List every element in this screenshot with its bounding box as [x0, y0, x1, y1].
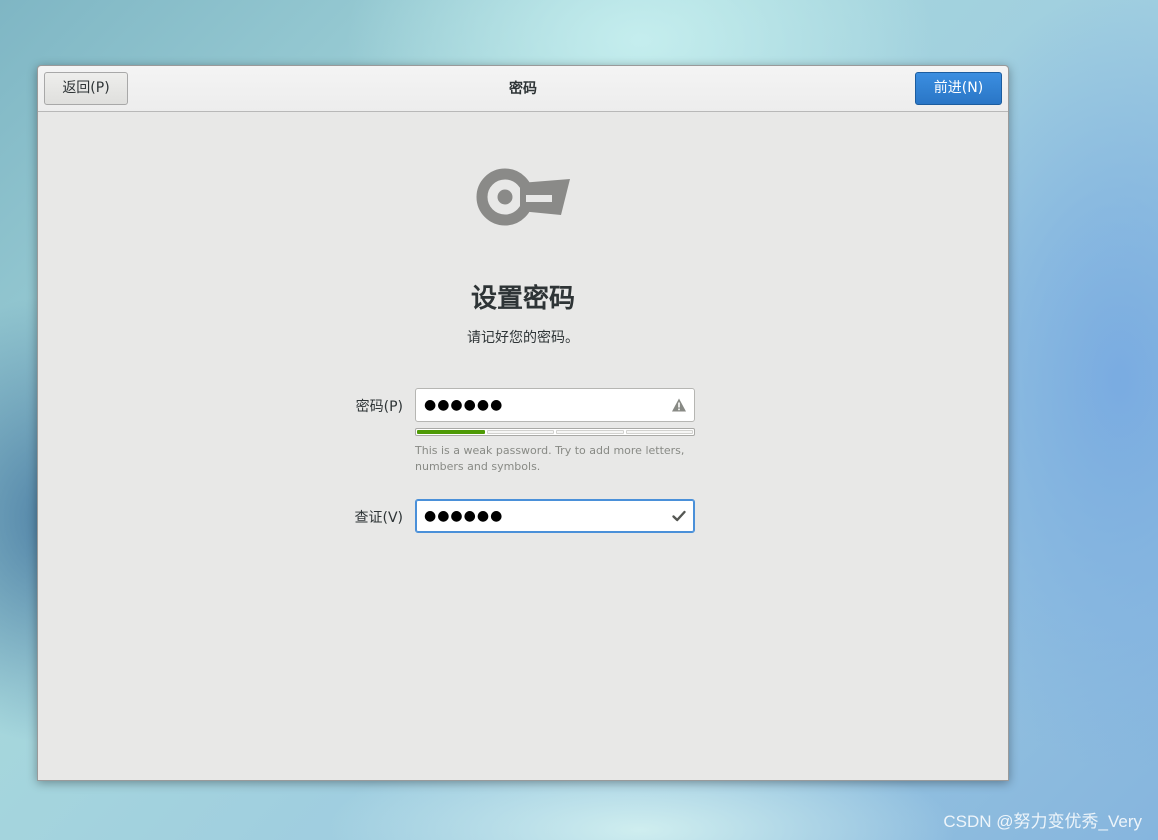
page-title: 设置密码	[470, 284, 575, 314]
setup-window: 返回(P) 密码 前进(N) 设置密码 请记好您的密码。 密码(P) ●●●●●…	[37, 65, 1009, 781]
strength-segment	[556, 430, 624, 434]
password-value: ●●●●●●	[424, 397, 504, 413]
checkmark-icon	[672, 510, 686, 522]
back-button[interactable]: 返回(P)	[44, 72, 128, 105]
page-subtitle: 请记好您的密码。	[467, 330, 579, 346]
verify-value: ●●●●●●	[424, 508, 504, 524]
warning-icon	[672, 398, 686, 412]
key-icon	[476, 168, 570, 226]
password-hint: This is a weak password. Try to add more…	[415, 444, 685, 473]
password-strength-bar	[415, 428, 695, 436]
verify-label: 查证(V)	[354, 510, 403, 526]
header-bar: 返回(P) 密码 前进(N)	[38, 66, 1008, 112]
next-button[interactable]: 前进(N)	[915, 72, 1002, 105]
strength-segment	[486, 430, 554, 434]
strength-segment	[625, 430, 693, 434]
header-title: 密码	[509, 81, 537, 97]
strength-segment	[417, 430, 485, 434]
watermark: CSDN @努力变优秀_Very	[943, 812, 1142, 831]
verify-field[interactable]: ●●●●●●	[415, 499, 695, 533]
password-field[interactable]: ●●●●●●	[415, 388, 695, 422]
password-label: 密码(P)	[355, 399, 403, 415]
